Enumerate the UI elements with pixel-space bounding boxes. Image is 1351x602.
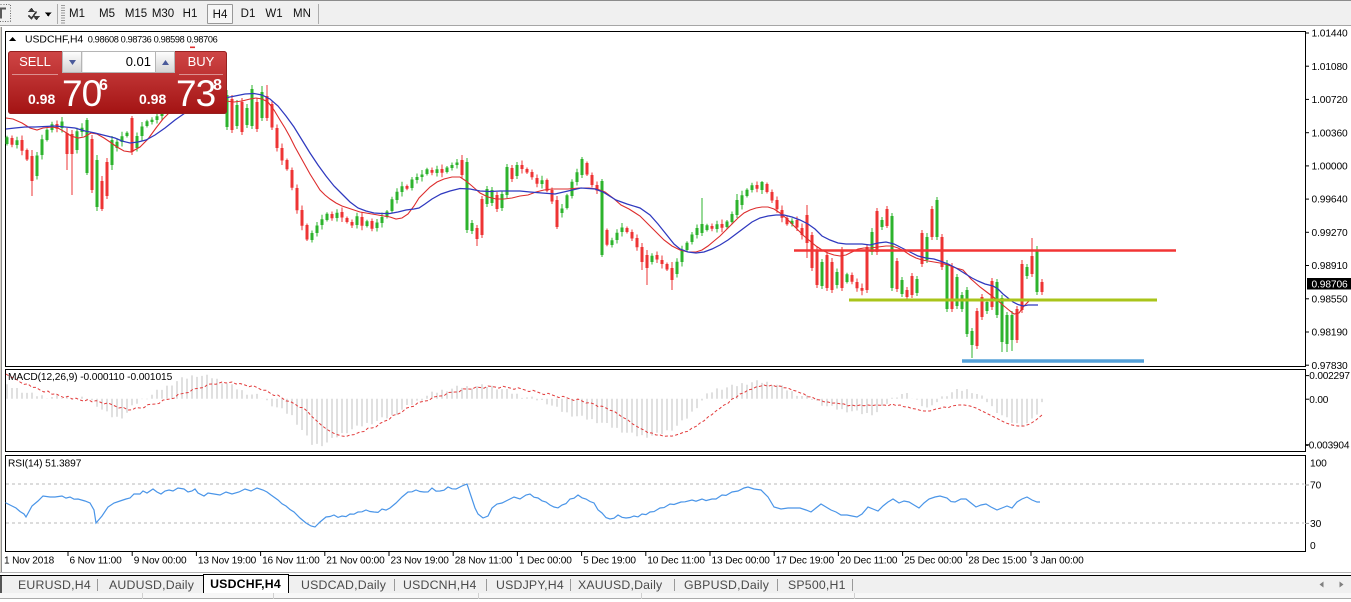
svg-text:70: 70 [1310, 481, 1322, 492]
svg-text:-0.003904: -0.003904 [1306, 440, 1350, 451]
svg-text:17 Dec 19:00: 17 Dec 19:00 [776, 556, 835, 567]
svg-text:6 Nov 11:00: 6 Nov 11:00 [70, 556, 123, 567]
svg-text:1.01440: 1.01440 [1312, 29, 1349, 40]
svg-text:USDCHF,H4 0.98608 0.98736 0.9: USDCHF,H4 0.98608 0.98736 0.98598 0.9870… [25, 35, 218, 46]
svg-text:0.00: 0.00 [1309, 395, 1328, 406]
svg-text:25 Dec 00:00: 25 Dec 00:00 [904, 556, 963, 567]
svg-text:13 Dec 00:00: 13 Dec 00:00 [712, 556, 771, 567]
svg-text:0.98550: 0.98550 [1312, 294, 1349, 305]
svg-text:13 Nov 19:00: 13 Nov 19:00 [198, 556, 257, 567]
svg-text:RSI(14) 51.3897: RSI(14) 51.3897 [8, 459, 82, 470]
svg-text:1.01080: 1.01080 [1312, 62, 1349, 73]
svg-text:0.98706: 0.98706 [1312, 279, 1349, 290]
svg-text:9 Nov 00:00: 9 Nov 00:00 [134, 556, 187, 567]
svg-text:16 Nov 11:00: 16 Nov 11:00 [262, 556, 320, 567]
svg-text:1.00360: 1.00360 [1312, 128, 1349, 139]
svg-text:0.99640: 0.99640 [1312, 195, 1349, 206]
svg-text:28 Dec 15:00: 28 Dec 15:00 [968, 556, 1027, 567]
svg-text:30: 30 [1310, 519, 1322, 530]
svg-text:21 Nov 00:00: 21 Nov 00:00 [326, 556, 385, 567]
svg-text:1 Dec 00:00: 1 Dec 00:00 [519, 556, 572, 567]
svg-text:23 Nov 19:00: 23 Nov 19:00 [391, 556, 450, 567]
svg-text:1.00720: 1.00720 [1312, 95, 1349, 106]
svg-text:0.97830: 0.97830 [1312, 361, 1349, 372]
svg-text:1.00000: 1.00000 [1312, 162, 1349, 173]
svg-text:0.99270: 0.99270 [1312, 228, 1349, 239]
svg-text:28 Nov 11:00: 28 Nov 11:00 [455, 556, 513, 567]
svg-text:100: 100 [1310, 458, 1327, 469]
svg-text:0: 0 [1310, 541, 1316, 552]
svg-text:1 Nov 2018: 1 Nov 2018 [4, 556, 55, 567]
svg-text:0.98910: 0.98910 [1312, 261, 1349, 272]
svg-text:MACD(12,26,9) -0.000110 -0.001: MACD(12,26,9) -0.000110 -0.001015 [8, 372, 173, 383]
svg-text:3 Jan 00:00: 3 Jan 00:00 [1033, 556, 1085, 567]
svg-text:5 Dec 19:00: 5 Dec 19:00 [583, 556, 636, 567]
svg-text:10 Dec 11:00: 10 Dec 11:00 [647, 556, 705, 567]
svg-text:0.002297: 0.002297 [1309, 371, 1350, 382]
svg-text:20 Dec 11:00: 20 Dec 11:00 [840, 556, 898, 567]
svg-text:0.98190: 0.98190 [1312, 328, 1349, 339]
